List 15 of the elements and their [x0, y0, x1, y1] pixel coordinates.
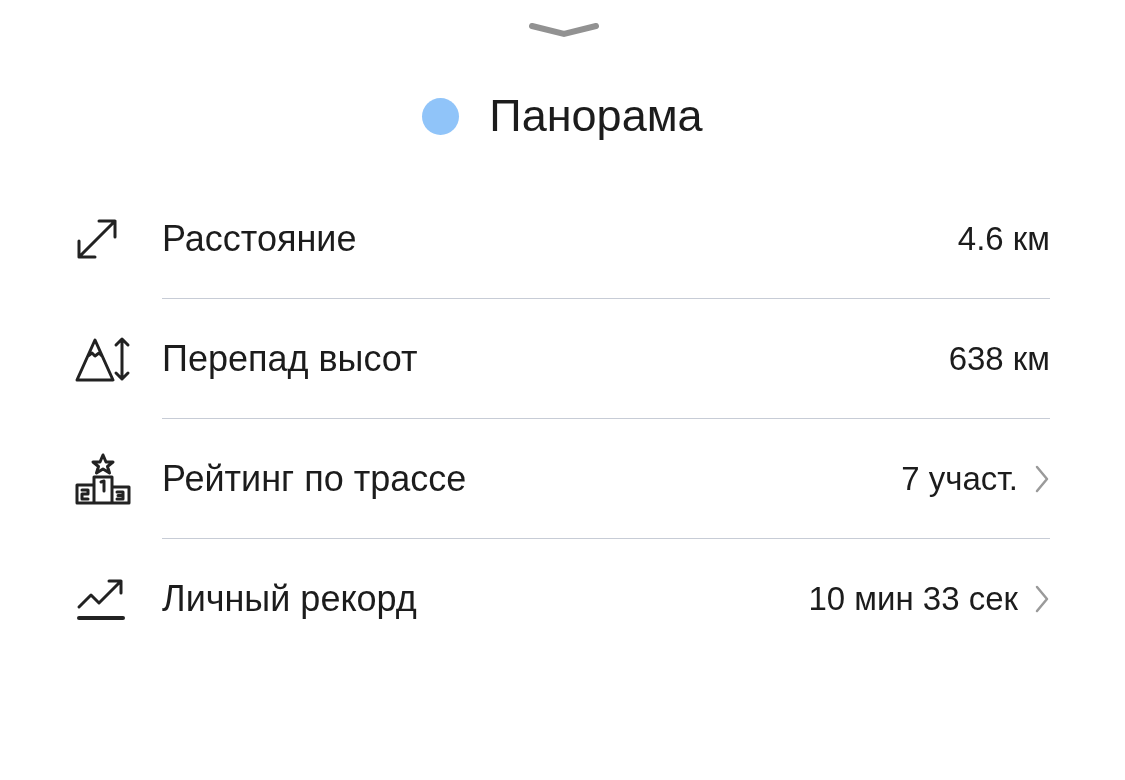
stat-value: 638 км	[948, 339, 1050, 378]
route-title: Панорама	[489, 90, 703, 142]
stat-value: 7 участ.	[901, 459, 1018, 498]
stat-value: 4.6 км	[957, 219, 1050, 258]
chevron-icon[interactable]	[1034, 463, 1050, 494]
chevron-icon[interactable]	[1034, 584, 1050, 614]
collapse-handle-icon[interactable]	[527, 21, 600, 39]
podium-icon	[75, 453, 131, 505]
trend-chart-icon	[75, 577, 127, 621]
stat-value: 10 мин 33 сек	[808, 580, 1018, 618]
stat-label: Личный рекорд	[162, 578, 418, 620]
stat-label: Рейтинг по трассе	[162, 457, 468, 500]
stat-label: Расстояние	[162, 217, 358, 260]
stat-label: Перепад высот	[162, 337, 419, 380]
diagonal-arrow-icon	[75, 217, 119, 261]
